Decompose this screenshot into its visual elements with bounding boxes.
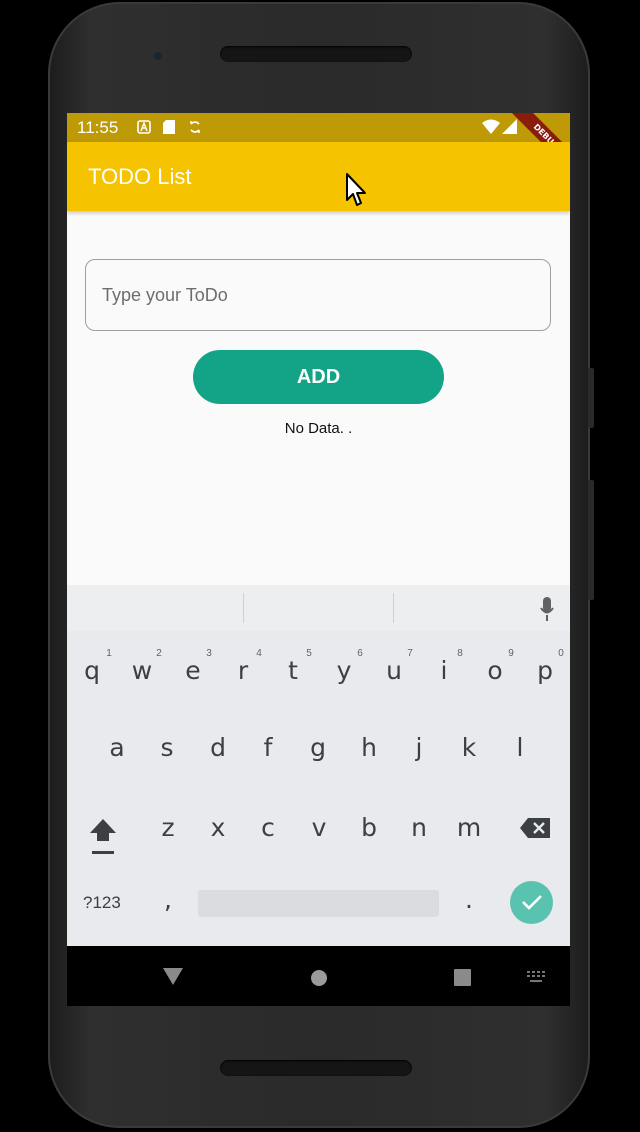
app-title: TODO List bbox=[88, 164, 192, 189]
key-o[interactable]: o bbox=[475, 656, 515, 685]
key-e[interactable]: e bbox=[173, 656, 213, 685]
keyboard-switch-icon[interactable] bbox=[527, 971, 545, 983]
mic-icon[interactable] bbox=[540, 597, 554, 621]
key-a[interactable]: a bbox=[97, 733, 137, 762]
notification-a-icon bbox=[137, 120, 151, 134]
symbols-key[interactable]: ?123 bbox=[83, 893, 121, 913]
key-z[interactable]: z bbox=[148, 813, 188, 842]
key-x[interactable]: x bbox=[198, 813, 238, 842]
app-bar: TODO List bbox=[67, 142, 570, 211]
key-i[interactable]: i bbox=[424, 656, 464, 685]
phone-screen: 11:55 DEBUG TODO List ADD No Data. . 1 2… bbox=[67, 113, 570, 1006]
key-g[interactable]: g bbox=[298, 733, 338, 762]
key-h[interactable]: h bbox=[349, 733, 389, 762]
key-d[interactable]: d bbox=[198, 733, 238, 762]
key-k[interactable]: k bbox=[449, 733, 489, 762]
key-y[interactable]: y bbox=[324, 656, 364, 685]
backspace-icon[interactable] bbox=[519, 817, 551, 839]
suggestion-divider bbox=[243, 593, 244, 623]
empty-state-text: No Data. . bbox=[284, 420, 353, 437]
key-f[interactable]: f bbox=[248, 733, 288, 762]
key-m[interactable]: m bbox=[449, 813, 489, 842]
sync-icon bbox=[190, 121, 200, 133]
suggestion-divider bbox=[393, 593, 394, 623]
soft-keyboard: 1 2 3 4 5 6 7 8 9 0 q w e r t y u i o p … bbox=[67, 585, 570, 946]
key-t[interactable]: t bbox=[273, 656, 313, 685]
shift-icon[interactable] bbox=[89, 817, 117, 855]
done-key[interactable] bbox=[510, 881, 553, 924]
key-c[interactable]: c bbox=[248, 813, 288, 842]
sd-card-icon bbox=[163, 120, 175, 134]
todo-input-field[interactable] bbox=[85, 259, 551, 331]
comma-key[interactable]: , bbox=[148, 885, 188, 914]
status-bar: 11:55 DEBUG bbox=[67, 113, 570, 178]
key-w[interactable]: w bbox=[122, 656, 162, 685]
key-v[interactable]: v bbox=[299, 813, 339, 842]
checkmark-icon bbox=[522, 895, 542, 910]
key-q[interactable]: q bbox=[72, 656, 112, 685]
recents-nav-icon[interactable] bbox=[454, 969, 471, 986]
key-n[interactable]: n bbox=[399, 813, 439, 842]
wifi-icon bbox=[482, 119, 500, 134]
key-j[interactable]: j bbox=[399, 733, 439, 762]
key-r[interactable]: r bbox=[223, 656, 263, 685]
power-button bbox=[588, 368, 594, 428]
key-l[interactable]: l bbox=[500, 733, 540, 762]
key-b[interactable]: b bbox=[349, 813, 389, 842]
key-s[interactable]: s bbox=[147, 733, 187, 762]
front-sensor bbox=[154, 52, 162, 60]
signal-icon bbox=[502, 119, 517, 134]
space-bar[interactable] bbox=[198, 890, 439, 917]
bottom-speaker bbox=[220, 1060, 412, 1076]
navigation-bar bbox=[67, 946, 570, 1006]
period-key[interactable]: . bbox=[449, 885, 489, 914]
key-p[interactable]: p bbox=[525, 656, 565, 685]
home-nav-icon[interactable] bbox=[310, 969, 328, 987]
back-nav-icon[interactable] bbox=[163, 968, 183, 986]
volume-button bbox=[588, 480, 594, 600]
earpiece-speaker bbox=[220, 46, 412, 62]
status-time: 11:55 bbox=[77, 118, 119, 137]
mouse-cursor-icon bbox=[346, 173, 366, 206]
todo-input[interactable] bbox=[100, 260, 534, 330]
add-button[interactable]: ADD bbox=[193, 350, 444, 404]
key-u[interactable]: u bbox=[374, 656, 414, 685]
suggestion-strip bbox=[67, 585, 570, 631]
